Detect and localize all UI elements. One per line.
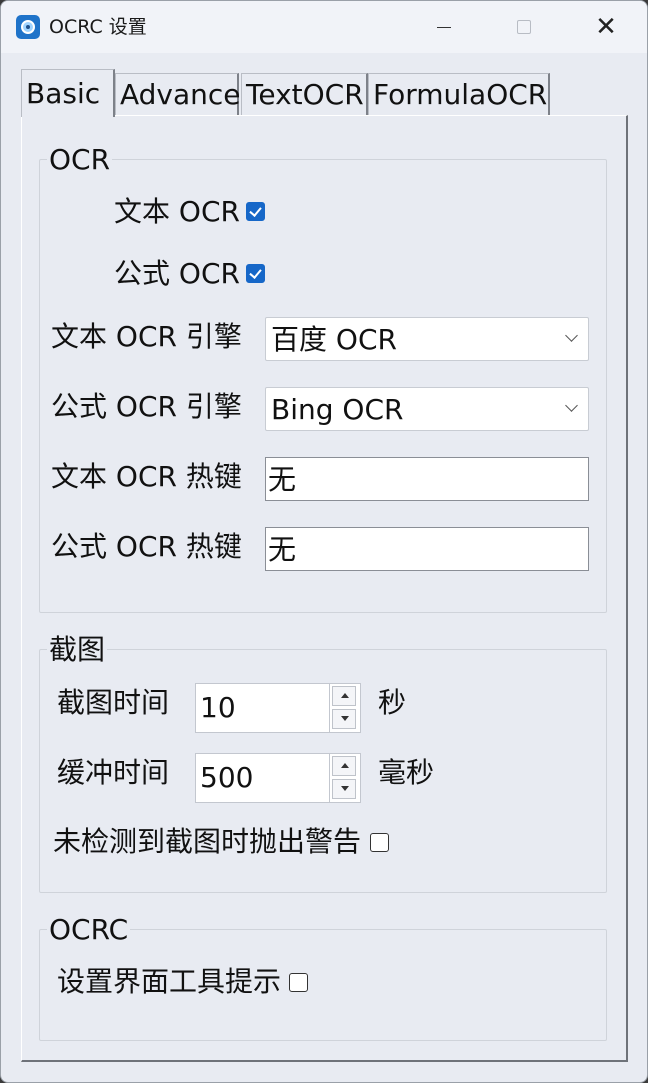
tab-advance[interactable]: Advance	[115, 73, 241, 115]
text-engine-label: 文本 OCR 引擎	[51, 320, 242, 353]
minimize-icon	[437, 26, 451, 28]
window-title: OCRC 设置	[49, 16, 147, 38]
ocr-group-title: OCR	[47, 143, 113, 177]
tooltip-label: 设置界面工具提示	[57, 965, 282, 998]
capture-time-unit: 秒	[378, 686, 407, 719]
tab-formulaocr[interactable]: FormulaOCR	[368, 73, 550, 115]
maximize-icon	[517, 20, 531, 34]
capture-time-increment-button[interactable]	[332, 686, 356, 706]
capture-time-value: 10	[200, 691, 236, 724]
warn-checkbox[interactable]	[370, 833, 389, 852]
buffer-time-unit: 毫秒	[378, 756, 435, 789]
text-ocr-checkbox[interactable]	[246, 202, 265, 221]
camera-icon	[16, 15, 40, 39]
buffer-time-decrement-button[interactable]	[332, 779, 356, 799]
formula-hotkey-value: 无	[268, 533, 297, 566]
capture-time-decrement-button[interactable]	[332, 709, 356, 729]
warn-label: 未检测到截图时抛出警告	[53, 825, 362, 858]
formula-hotkey-label: 公式 OCR 热键	[51, 530, 242, 563]
settings-window: OCRC 设置 ✕ Basic Advance TextOCR FormulaO…	[0, 0, 648, 1083]
chevron-down-icon	[565, 329, 578, 342]
buffer-time-increment-button[interactable]	[332, 756, 356, 776]
screenshot-group-title: 截图	[47, 633, 108, 667]
buffer-time-value: 500	[200, 761, 254, 794]
tab-textocr[interactable]: TextOCR	[241, 73, 368, 115]
text-hotkey-label: 文本 OCR 热键	[51, 460, 242, 493]
capture-time-label: 截图时间	[57, 686, 170, 719]
text-hotkey-input[interactable]: 无	[265, 457, 589, 501]
formula-engine-label: 公式 OCR 引擎	[51, 390, 242, 423]
capture-time-spinbox[interactable]: 10	[195, 683, 361, 733]
text-engine-select[interactable]: 百度 OCR	[265, 317, 589, 361]
title-bar[interactable]: OCRC 设置 ✕	[1, 1, 647, 53]
formula-hotkey-input[interactable]: 无	[265, 527, 589, 571]
text-ocr-label: 文本 OCR	[114, 195, 240, 228]
formula-engine-select[interactable]: Bing OCR	[265, 387, 589, 431]
formula-engine-value: Bing OCR	[271, 393, 404, 426]
formula-ocr-checkbox[interactable]	[246, 264, 265, 283]
maximize-button[interactable]	[484, 1, 564, 53]
close-icon: ✕	[595, 12, 617, 42]
tooltip-checkbox[interactable]	[289, 973, 308, 992]
tab-basic[interactable]: Basic	[21, 69, 115, 117]
formula-ocr-label: 公式 OCR	[114, 257, 240, 290]
buffer-time-spinbox[interactable]: 500	[195, 753, 361, 803]
chevron-down-icon	[565, 399, 578, 412]
minimize-button[interactable]	[404, 1, 484, 53]
text-hotkey-value: 无	[268, 463, 297, 496]
text-engine-value: 百度 OCR	[271, 323, 397, 356]
ocrc-group-title: OCRC	[47, 913, 131, 947]
buffer-time-label: 缓冲时间	[57, 756, 170, 789]
close-button[interactable]: ✕	[566, 1, 646, 53]
